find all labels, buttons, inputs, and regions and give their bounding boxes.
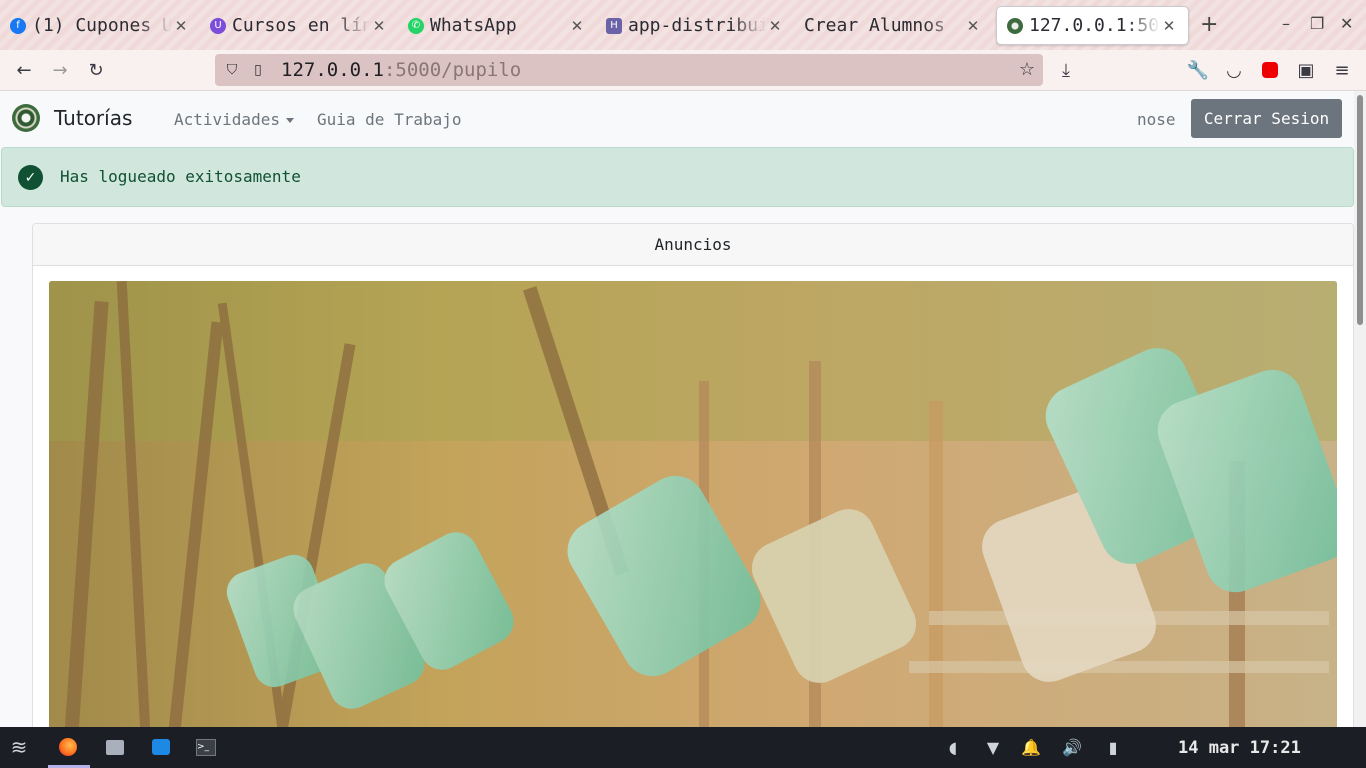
tab-title: app-distribuida: [628, 15, 766, 36]
logout-button[interactable]: Cerrar Sesion: [1191, 99, 1342, 138]
files-icon[interactable]: [104, 737, 126, 757]
menu-icon[interactable]: ≡: [1330, 58, 1354, 82]
tab-title: 127.0.0.1:5000: [1029, 15, 1160, 36]
browser-tab[interactable]: Crear Alumnos ✕: [794, 6, 992, 45]
software-store-icon[interactable]: [150, 737, 172, 757]
extension-icon[interactable]: ▣: [1294, 58, 1318, 82]
battery-icon[interactable]: ▮: [1102, 737, 1124, 757]
browser-tab[interactable]: U Cursos en línea ✕: [200, 6, 398, 45]
success-alert: ✓ Has logueado exitosamente: [1, 147, 1354, 207]
nav-activities-label: Actividades: [174, 110, 280, 129]
close-tab-icon[interactable]: ✕: [568, 17, 586, 35]
tab-title: (1) Cupones Udemy: [32, 15, 172, 36]
notification-bell-icon[interactable]: 🔔: [1020, 737, 1042, 757]
os-taskbar: ≋ >_ ◖ ▼ 🔔 🔊 ▮ 14 mar 17:21: [0, 727, 1366, 768]
site-logo-icon: [1007, 17, 1023, 34]
nav-activities-dropdown[interactable]: Actividades: [174, 110, 294, 129]
tab-title: WhatsApp: [430, 15, 517, 36]
minimize-icon[interactable]: –: [1282, 14, 1290, 33]
app-navbar: Tutorías Actividades Guia de Trabajo nos…: [0, 91, 1354, 147]
close-window-icon[interactable]: ✕: [1340, 14, 1353, 33]
address-bar[interactable]: ⛉ ▯ 127.0.0.1:5000/pupilo ☆: [215, 54, 1043, 86]
glass-jars-photo: [49, 281, 1337, 742]
terminal-icon[interactable]: >_: [195, 737, 217, 757]
browser-toolbar: ← → ↻ ⛉ ▯ 127.0.0.1:5000/pupilo ☆ ⤓ 🔧 ◡ …: [0, 50, 1366, 91]
heroku-icon: H: [606, 17, 622, 34]
chevron-down-icon: [285, 118, 294, 123]
browser-tab[interactable]: ✆ WhatsApp ✕: [398, 6, 596, 45]
close-tab-icon[interactable]: ✕: [172, 17, 190, 35]
udemy-icon: U: [210, 17, 226, 34]
announcement-image: [49, 281, 1337, 742]
reload-icon[interactable]: ↻: [84, 58, 108, 82]
browser-tab-strip: f (1) Cupones Udemy ✕ U Cursos en línea …: [0, 0, 1366, 50]
browser-tab[interactable]: f (1) Cupones Udemy ✕: [0, 6, 200, 45]
wifi-icon[interactable]: ▼: [982, 737, 1004, 757]
maximize-icon[interactable]: ❐: [1310, 14, 1324, 33]
scrollbar-thumb[interactable]: [1357, 95, 1363, 325]
tab-title: Cursos en línea: [232, 15, 370, 36]
url-text[interactable]: 127.0.0.1:5000/pupilo: [281, 59, 521, 81]
alert-message: Has logueado exitosamente: [60, 167, 301, 186]
url-path: :5000/pupilo: [383, 59, 522, 81]
shield-icon[interactable]: ⛉: [223, 62, 241, 78]
firefox-icon[interactable]: [57, 737, 79, 757]
bookmark-star-icon[interactable]: ☆: [1019, 59, 1035, 80]
new-tab-icon[interactable]: +: [1200, 12, 1218, 37]
username-label: nose: [1137, 110, 1176, 129]
zorin-menu-icon[interactable]: ≋: [8, 735, 30, 759]
whatsapp-icon: ✆: [408, 17, 424, 34]
close-tab-icon[interactable]: ✕: [1160, 17, 1178, 35]
volume-icon[interactable]: 🔊: [1061, 737, 1083, 757]
card-title: Anuncios: [33, 224, 1353, 266]
browser-tab-active[interactable]: 127.0.0.1:5000 ✕: [996, 6, 1189, 45]
download-icon[interactable]: ⤓: [1054, 58, 1078, 82]
page-scrollbar[interactable]: [1354, 91, 1366, 727]
page-icon: ▯: [254, 62, 262, 78]
nav-work-guide[interactable]: Guia de Trabajo: [317, 110, 462, 129]
wrench-icon[interactable]: 🔧: [1186, 58, 1210, 82]
browser-tab[interactable]: H app-distribuida ✕: [596, 6, 794, 45]
close-tab-icon[interactable]: ✕: [964, 17, 982, 35]
close-tab-icon[interactable]: ✕: [370, 17, 388, 35]
brand-title[interactable]: Tutorías: [54, 106, 132, 130]
facebook-icon: f: [10, 17, 26, 34]
network-vpn-icon[interactable]: ◖: [942, 737, 964, 757]
adblock-icon[interactable]: [1258, 58, 1282, 82]
close-tab-icon[interactable]: ✕: [766, 17, 784, 35]
check-circle-icon: ✓: [18, 165, 43, 190]
tab-title: Crear Alumnos: [804, 15, 945, 36]
pocket-icon[interactable]: ◡: [1222, 58, 1246, 82]
back-arrow-icon[interactable]: ←: [12, 58, 36, 82]
clock[interactable]: 14 mar 17:21: [1178, 738, 1301, 758]
forward-arrow-icon[interactable]: →: [48, 58, 72, 82]
announcements-card: Anuncios: [32, 223, 1354, 743]
url-host: 127.0.0.1: [281, 59, 384, 81]
site-logo-icon[interactable]: [12, 104, 40, 132]
